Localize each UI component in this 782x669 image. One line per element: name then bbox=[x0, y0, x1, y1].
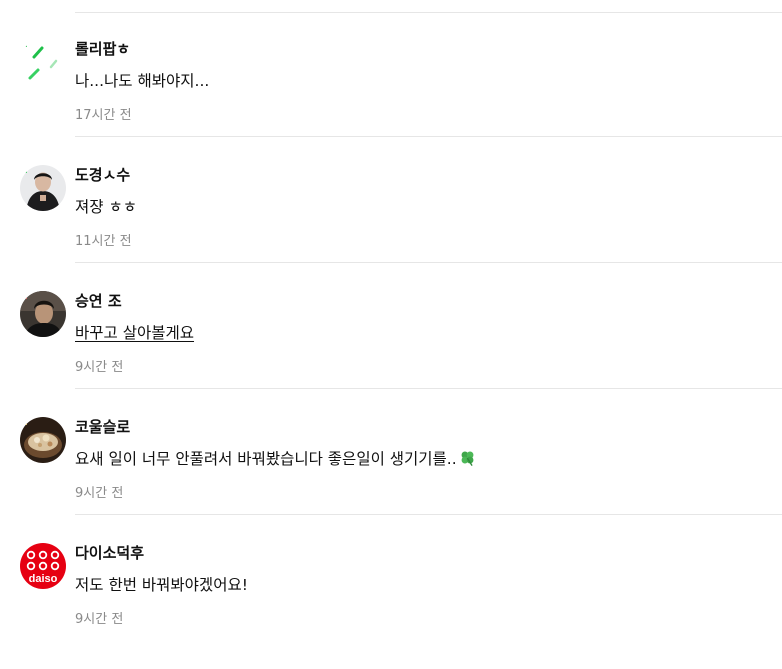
comment-item: 롤리팝ㅎ 나...나도 해봐야지... 17시간 전 bbox=[0, 39, 782, 165]
comment-timestamp: 17시간 전 bbox=[75, 108, 132, 123]
top-divider bbox=[75, 12, 782, 13]
comment-timestamp: 11시간 전 bbox=[75, 234, 132, 249]
green-loading-spinner-icon[interactable] bbox=[20, 39, 66, 85]
comment-timestamp: 9시간 전 bbox=[75, 612, 124, 627]
comment-author[interactable]: 도경ㅅ수 bbox=[75, 165, 130, 185]
comment-item: daiso 다이소덕후 저도 한번 바꿔봐야겠어요! 9시간 전 bbox=[0, 543, 782, 669]
comment-text: 져쟝 ㅎㅎ bbox=[75, 198, 137, 216]
comment-text: 바꾸고 살아볼게요 bbox=[75, 324, 195, 342]
comment-divider bbox=[75, 514, 782, 515]
person-photo-avatar[interactable] bbox=[20, 165, 66, 211]
food-photo-avatar[interactable] bbox=[20, 417, 66, 463]
comment-divider bbox=[75, 136, 782, 137]
comment-item: 도경ㅅ수 져쟝 ㅎㅎ 11시간 전 bbox=[0, 165, 782, 291]
comment-text-row: 요새 일이 너무 안풀려서 바꿔봤습니다 좋은일이 생기기를.. bbox=[75, 448, 476, 472]
comment-divider bbox=[75, 262, 782, 263]
person-photo-avatar[interactable] bbox=[20, 291, 66, 337]
comment-text: 나...나도 해봐야지... bbox=[75, 72, 210, 90]
comment-author[interactable]: 코울슬로 bbox=[75, 417, 130, 437]
comment-text: 저도 한번 바꿔봐야겠어요! bbox=[75, 576, 248, 594]
comment-timestamp: 9시간 전 bbox=[75, 486, 124, 501]
comment-item: 코울슬로 요새 일이 너무 안풀려서 바꿔봤습니다 좋은일이 생기기를.. 9시… bbox=[0, 417, 782, 543]
comment-divider bbox=[75, 388, 782, 389]
four-leaf-clover-icon bbox=[459, 449, 476, 472]
comment-author[interactable]: 다이소덕후 bbox=[75, 543, 144, 563]
daiso-logo-text: daiso bbox=[29, 573, 58, 585]
comment-author[interactable]: 롤리팝ㅎ bbox=[75, 39, 130, 59]
comment-timestamp: 9시간 전 bbox=[75, 360, 124, 375]
comment-author[interactable]: 승연 조 bbox=[75, 291, 122, 311]
comment-text: 요새 일이 너무 안풀려서 바꿔봤습니다 좋은일이 생기기를.. bbox=[75, 450, 457, 468]
comment-item: 승연 조 바꾸고 살아볼게요 9시간 전 bbox=[0, 291, 782, 417]
daiso-logo-avatar[interactable]: daiso bbox=[20, 543, 66, 589]
